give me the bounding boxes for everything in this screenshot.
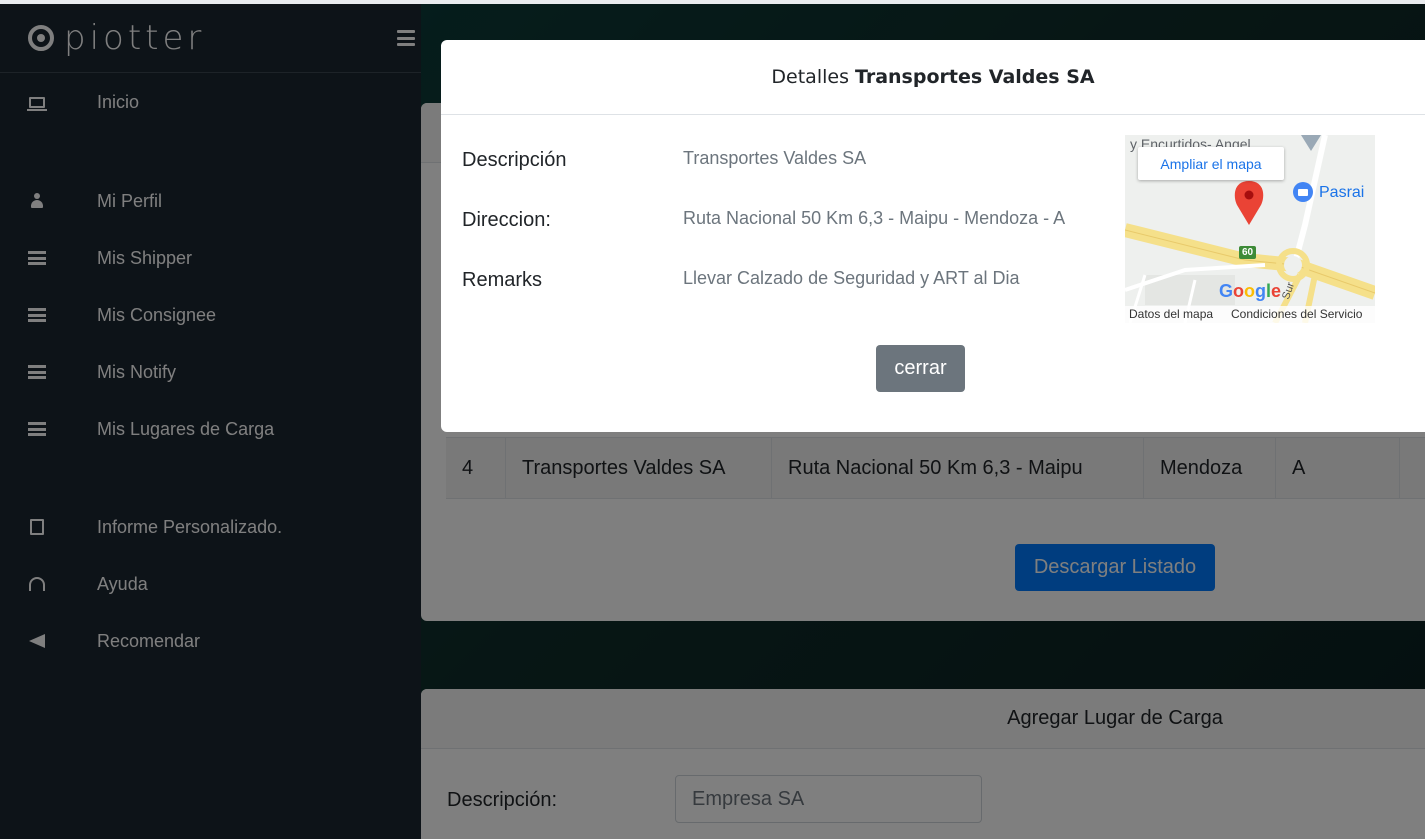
field-value-remarks: Llevar Calzado de Seguridad y ART al Dia — [683, 268, 1020, 288]
modal-title-prefix: Detalles — [771, 66, 849, 88]
top-border — [0, 0, 1425, 4]
field-value-direccion: Ruta Nacional 50 Km 6,3 - Maipu - Mendoz… — [683, 208, 1066, 228]
details-modal: Detalles Transportes Valdes SA Descripci… — [441, 40, 1425, 432]
map-data-link[interactable]: Datos del mapa — [1129, 307, 1213, 321]
route-shield: 60 — [1239, 246, 1256, 259]
modal-header: Detalles Transportes Valdes SA — [441, 40, 1425, 115]
map-poi-label: Pasrai — [1319, 184, 1365, 201]
close-button[interactable]: cerrar — [876, 345, 965, 392]
field-label-descripcion: Descripción — [462, 149, 567, 171]
modal-title-name: Transportes Valdes SA — [854, 66, 1095, 88]
enlarge-map-link[interactable]: Ampliar el mapa — [1138, 147, 1284, 180]
field-value-descripcion: Transportes Valdes SA — [683, 148, 867, 168]
field-label-remarks: Remarks — [462, 269, 543, 291]
google-logo: Google — [1219, 281, 1282, 301]
location-map[interactable]: y Encurtidos- Angel... Ampliar el mapa P… — [1125, 135, 1375, 323]
field-label-direccion: Direccion: — [462, 209, 551, 231]
map-terms-link[interactable]: Condiciones del Servicio — [1231, 307, 1362, 321]
map-footer: Datos del mapa Condiciones del Servicio — [1125, 306, 1375, 323]
